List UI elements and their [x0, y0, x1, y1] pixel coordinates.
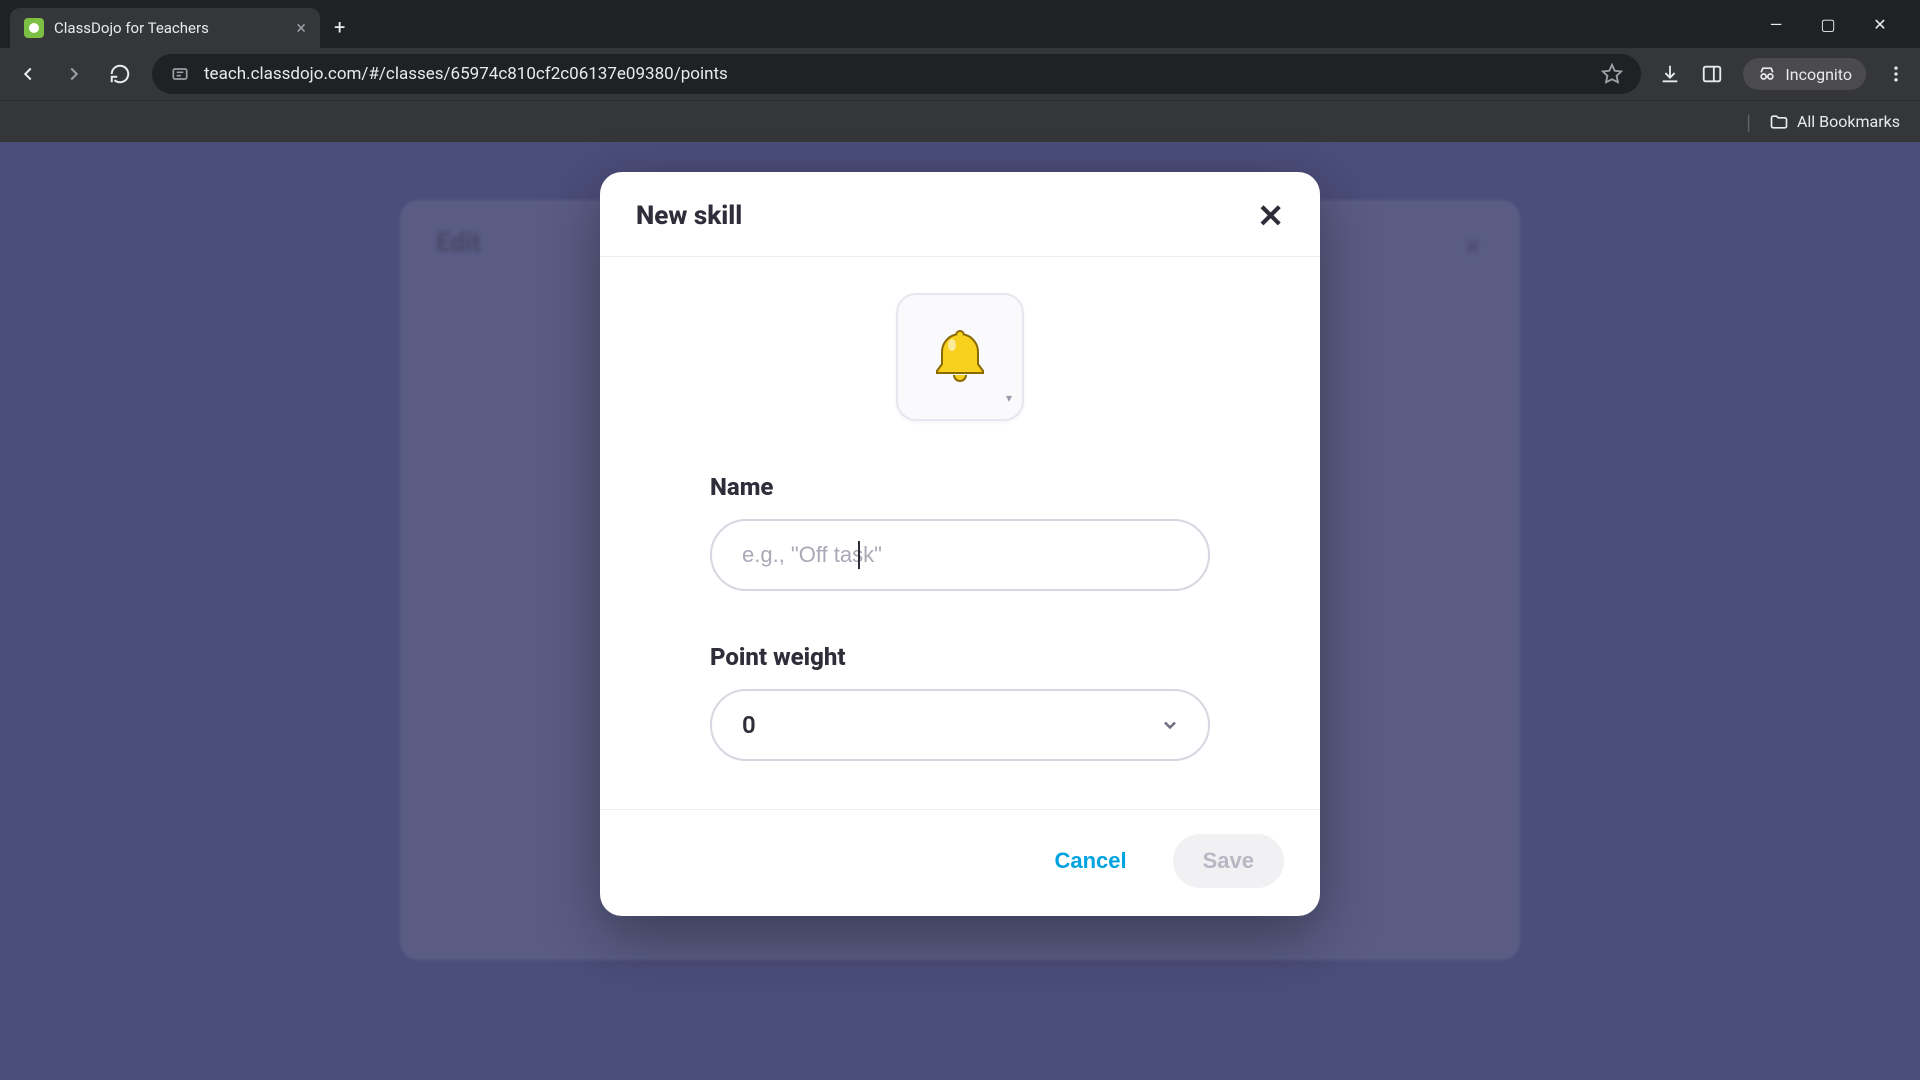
reload-button[interactable] — [106, 60, 134, 88]
modal-header: New skill ✕ — [600, 172, 1320, 257]
skill-icon-picker[interactable]: ▾ — [896, 293, 1024, 421]
new-skill-modal: New skill ✕ ▾ Name Point weight — [600, 172, 1320, 916]
page-content: Edit × New skill ✕ ▾ Name — [0, 142, 1920, 1080]
sidepanel-icon[interactable] — [1701, 63, 1723, 85]
bookmark-star-icon[interactable] — [1601, 63, 1623, 85]
modal-title: New skill — [636, 201, 742, 231]
menu-icon[interactable] — [1886, 64, 1906, 84]
forward-button[interactable] — [60, 60, 88, 88]
skill-name-input[interactable] — [710, 519, 1210, 591]
address-bar[interactable]: teach.classdojo.com/#/classes/65974c810c… — [152, 54, 1641, 94]
browser-chrome: ClassDojo for Teachers × + — ▢ ✕ teach.c… — [0, 0, 1920, 142]
modal-body: ▾ Name Point weight 0 — [600, 257, 1320, 809]
bookmarks-bar: | All Bookmarks — [0, 100, 1920, 142]
new-tab-button[interactable]: + — [334, 15, 345, 39]
close-tab-icon[interactable]: × — [296, 18, 306, 39]
maximize-button[interactable]: ▢ — [1818, 15, 1838, 34]
close-window-button[interactable]: ✕ — [1870, 15, 1890, 34]
bell-icon — [928, 325, 992, 389]
folder-icon — [1769, 112, 1789, 132]
toolbar-right: Incognito — [1659, 58, 1906, 90]
back-button[interactable] — [14, 60, 42, 88]
tab-bar: ClassDojo for Teachers × + — ▢ ✕ — [0, 0, 1920, 48]
all-bookmarks-label: All Bookmarks — [1797, 112, 1900, 131]
browser-tab[interactable]: ClassDojo for Teachers × — [10, 8, 320, 48]
point-weight-select[interactable]: 0 — [710, 689, 1210, 761]
downloads-icon[interactable] — [1659, 63, 1681, 85]
cancel-button[interactable]: Cancel — [1036, 836, 1144, 886]
point-weight-value: 0 — [742, 711, 756, 739]
modal-footer: Cancel Save — [600, 809, 1320, 916]
name-label: Name — [710, 473, 1210, 501]
chevron-down-icon: ▾ — [1006, 391, 1012, 405]
text-cursor — [858, 541, 860, 569]
bookmarks-separator: | — [1746, 110, 1751, 134]
site-info-icon[interactable] — [170, 64, 190, 84]
incognito-label: Incognito — [1785, 65, 1852, 84]
favicon-icon — [24, 18, 44, 38]
point-weight-label: Point weight — [710, 643, 1210, 671]
point-weight-group: Point weight 0 — [710, 643, 1210, 761]
minimize-button[interactable]: — — [1766, 15, 1786, 34]
all-bookmarks-button[interactable]: All Bookmarks — [1769, 112, 1900, 132]
tab-title: ClassDojo for Teachers — [54, 19, 286, 37]
address-row: teach.classdojo.com/#/classes/65974c810c… — [0, 48, 1920, 100]
save-button[interactable]: Save — [1173, 834, 1284, 888]
url-text: teach.classdojo.com/#/classes/65974c810c… — [204, 64, 1587, 84]
incognito-icon — [1757, 64, 1777, 84]
incognito-chip[interactable]: Incognito — [1743, 58, 1866, 90]
close-icon[interactable]: ✕ — [1257, 200, 1284, 232]
name-group: Name — [710, 473, 1210, 591]
window-controls: — ▢ ✕ — [1766, 15, 1910, 34]
